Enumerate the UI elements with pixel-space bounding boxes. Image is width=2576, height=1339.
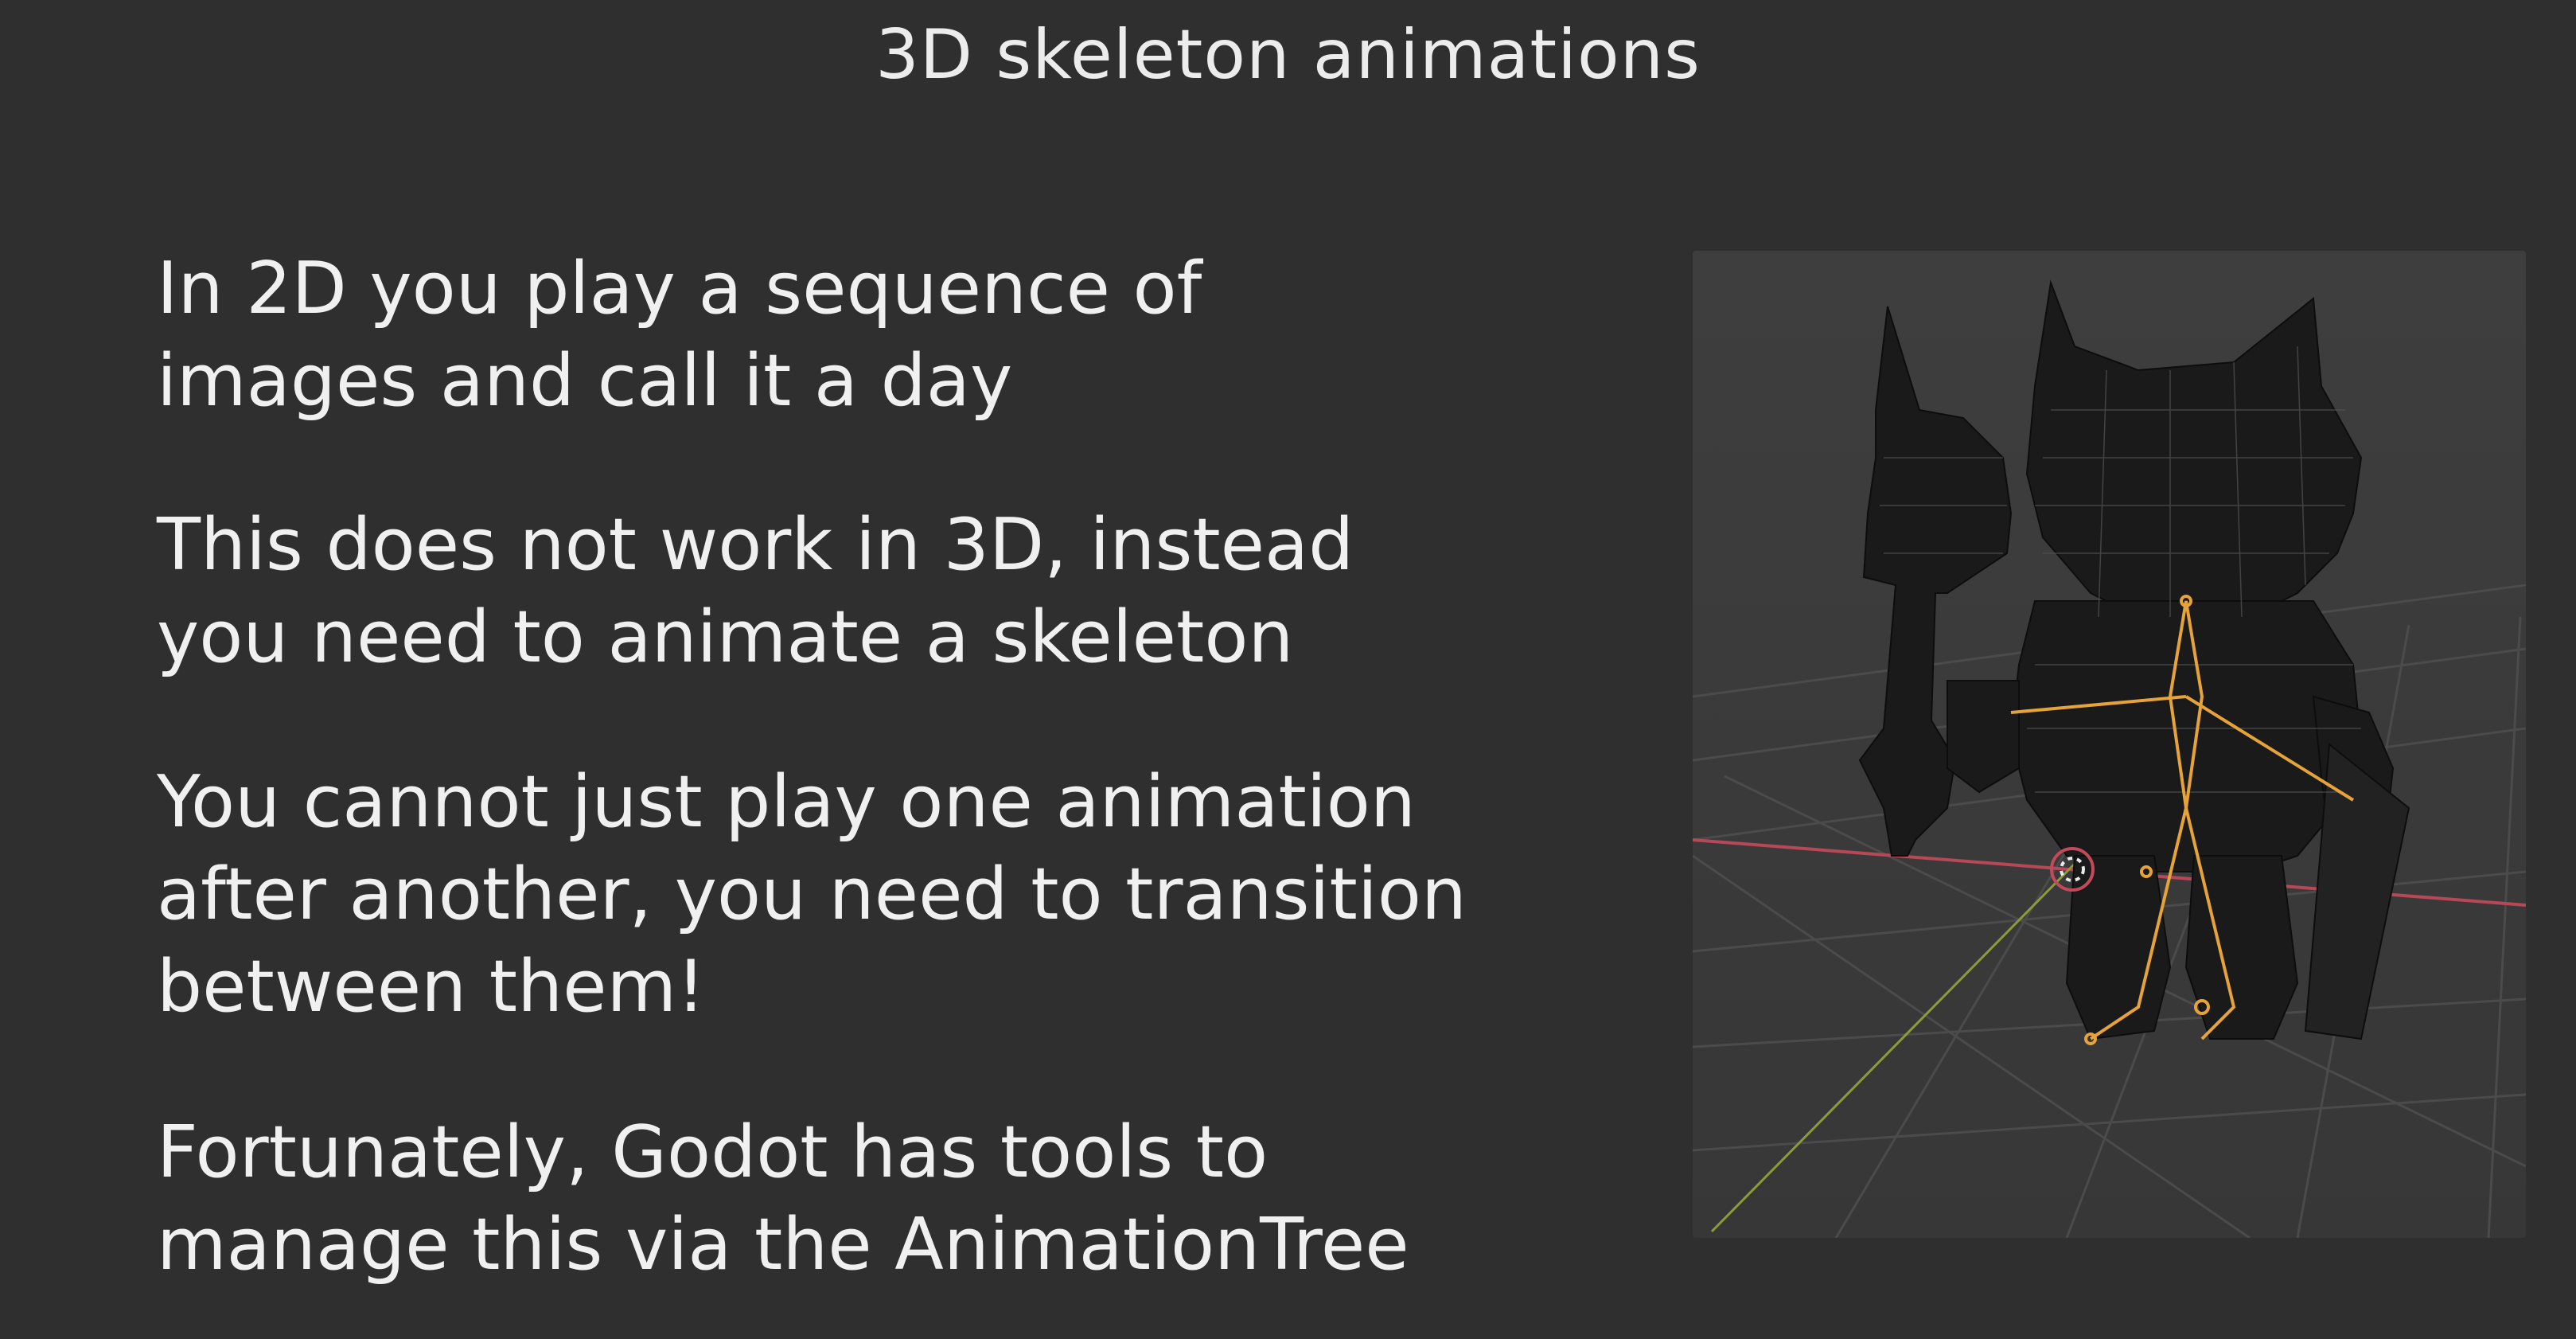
- paragraph-2d-sequence: In 2D you play a sequence of images and …: [157, 247, 1202, 423]
- character-mesh: [1858, 279, 2410, 1040]
- slide-title: 3D skeleton animations: [875, 15, 1701, 95]
- paragraph-animationtree: Fortunately, Godot has tools to manage t…: [157, 1111, 1409, 1286]
- paragraph-transition: You cannot just play one animation after…: [157, 760, 1467, 1029]
- paragraph-3d-skeleton: This does not work in 3D, instead you ne…: [157, 503, 1354, 679]
- slide: 3D skeleton animations In 2D you play a …: [0, 0, 2576, 1339]
- 3d-viewport-image: [1693, 251, 2526, 1238]
- y-axis-line: [1710, 862, 2076, 1233]
